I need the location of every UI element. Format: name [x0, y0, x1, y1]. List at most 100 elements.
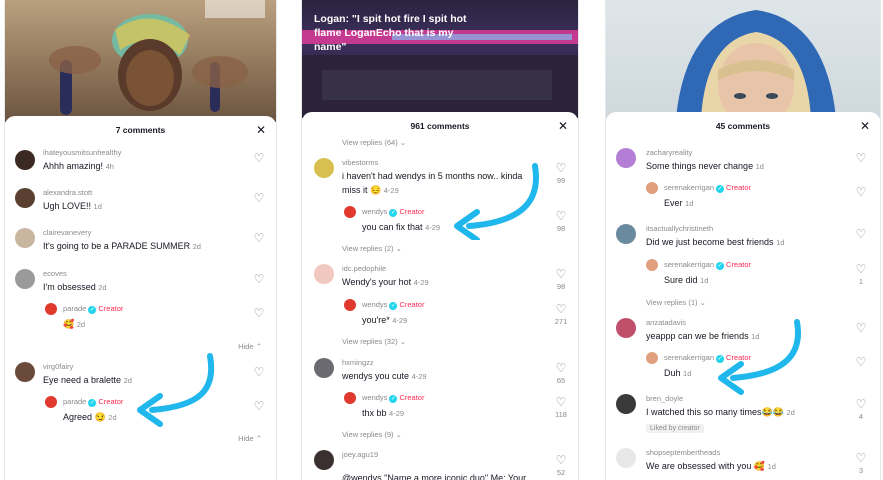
comment-text: Ahhh amazing! 4h [43, 161, 114, 171]
heart-outline-icon[interactable]: ♡ [252, 152, 266, 164]
comment-text: I watched this so many times😂😂 2d [646, 407, 795, 417]
video-panel-2: Logan: "I spit hot fire I spit hot flame… [301, 0, 579, 480]
heart-outline-icon[interactable]: ♡ [854, 398, 868, 410]
heart-outline-icon[interactable]: ♡ [252, 307, 266, 319]
avatar[interactable] [45, 303, 57, 315]
comment-text: Did we just become best friends 1d [646, 237, 785, 247]
chevron-down-icon: ⌄ [699, 298, 706, 307]
comment-username[interactable]: zacharyreality [646, 148, 692, 157]
avatar[interactable] [344, 299, 356, 311]
avatar[interactable] [314, 358, 334, 378]
close-icon[interactable]: ✕ [558, 112, 568, 140]
avatar[interactable] [314, 264, 334, 284]
like-count: 99 [556, 176, 566, 185]
heart-outline-icon[interactable]: ♡ [554, 268, 568, 280]
comment-username[interactable]: shopseptembertheads [646, 448, 720, 457]
chevron-down-icon: ⌄ [395, 430, 402, 439]
like-count: 3 [858, 466, 864, 475]
comment-username[interactable]: virg0fairy [43, 362, 73, 371]
heart-outline-icon[interactable]: ♡ [252, 366, 266, 378]
video-frame[interactable] [5, 0, 276, 122]
reply-username: parade ✓ Creator [63, 397, 124, 407]
comment-count: 45 comments [715, 121, 771, 131]
view-replies-link[interactable]: View replies (9) ⌄ [342, 430, 402, 439]
comment-username[interactable]: idc.pedophile [342, 264, 386, 273]
heart-outline-icon[interactable]: ♡ [854, 356, 868, 368]
avatar[interactable] [15, 150, 35, 170]
heart-outline-icon[interactable]: ♡ [252, 192, 266, 204]
comment-username[interactable]: itsactuallychristineth [646, 224, 713, 233]
avatar[interactable] [344, 206, 356, 218]
comment-username[interactable]: clairevanevery [43, 228, 91, 237]
video-frame[interactable] [606, 0, 880, 118]
video-thumbnail-art [676, 10, 836, 118]
hide-replies-link[interactable]: Hide ⌃ [238, 342, 262, 351]
avatar[interactable] [616, 394, 636, 414]
view-replies-link[interactable]: View replies (1) ⌄ [646, 298, 706, 307]
like-count: 52 [556, 468, 566, 477]
comment-username[interactable]: joey.agu19 [342, 450, 378, 459]
avatar[interactable] [15, 188, 35, 208]
heart-outline-icon[interactable]: ♡ [554, 162, 568, 174]
heart-outline-icon[interactable]: ♡ [554, 396, 568, 408]
comment-username[interactable]: ihateyousmitsunhealthy [43, 148, 121, 157]
heart-outline-icon[interactable]: ♡ [854, 186, 868, 198]
comment-text: We are obsessed with you 🥰 1d [646, 461, 776, 471]
avatar[interactable] [45, 396, 57, 408]
heart-outline-icon[interactable]: ♡ [252, 273, 266, 285]
like-count: 1 [858, 277, 864, 286]
comments-header: 7 comments ✕ [5, 116, 276, 144]
heart-outline-icon[interactable]: ♡ [854, 263, 868, 275]
heart-outline-icon[interactable]: ♡ [554, 210, 568, 222]
reply-username: wendys ✓ Creator [362, 300, 425, 310]
comment-count: 7 comments [115, 125, 166, 135]
view-replies-link[interactable]: View replies (32) ⌄ [342, 337, 406, 346]
comment-text: miss it 😔 4-29 [342, 185, 399, 195]
close-icon[interactable]: ✕ [256, 116, 266, 144]
video-frame[interactable]: Logan: "I spit hot fire I spit hot flame… [302, 0, 578, 118]
heart-outline-icon[interactable]: ♡ [854, 152, 868, 164]
comment-username[interactable]: ecoves [43, 269, 67, 278]
avatar[interactable] [15, 269, 35, 289]
close-icon[interactable]: ✕ [860, 112, 870, 140]
hide-replies-link[interactable]: Hide ⌃ [238, 434, 262, 443]
chevron-down-icon: ⌄ [395, 244, 402, 253]
avatar[interactable] [646, 352, 658, 364]
avatar[interactable] [646, 259, 658, 271]
heart-outline-icon[interactable]: ♡ [854, 452, 868, 464]
heart-outline-icon[interactable]: ♡ [554, 454, 568, 466]
comments-sheet: 45 comments ✕ zacharyreality Some things… [606, 112, 880, 480]
comment-username[interactable]: vibestorms [342, 158, 378, 167]
video-caption: Logan: "I spit hot fire I spit hot flame… [314, 13, 467, 53]
avatar[interactable] [15, 362, 35, 382]
reply-text: you can fix that 4-29 [362, 222, 441, 232]
comment-username[interactable]: bren_doyle [646, 394, 683, 403]
comment-username[interactable]: anzatadavis [646, 318, 686, 327]
heart-outline-icon[interactable]: ♡ [554, 362, 568, 374]
heart-outline-icon[interactable]: ♡ [252, 400, 266, 412]
avatar[interactable] [15, 228, 35, 248]
avatar[interactable] [344, 392, 356, 404]
avatar[interactable] [314, 158, 334, 178]
heart-outline-icon[interactable]: ♡ [554, 303, 568, 315]
avatar[interactable] [314, 450, 334, 470]
comment-username[interactable]: hxmingzz [342, 358, 374, 367]
view-replies-link[interactable]: View replies (2) ⌄ [342, 244, 402, 253]
comments-header: 961 comments ✕ [302, 112, 578, 140]
comment-username[interactable]: alexandra.stott [43, 188, 92, 197]
like-count: 98 [556, 224, 566, 233]
heart-outline-icon[interactable]: ♡ [854, 322, 868, 334]
heart-outline-icon[interactable]: ♡ [854, 228, 868, 240]
avatar[interactable] [616, 318, 636, 338]
avatar[interactable] [646, 182, 658, 194]
view-replies-link[interactable]: View replies (64) ⌄ [342, 138, 406, 147]
chevron-up-icon: ⌃ [255, 342, 262, 351]
reply-text: 🥰 2d [63, 319, 86, 329]
avatar[interactable] [616, 224, 636, 244]
avatar[interactable] [616, 148, 636, 168]
avatar[interactable] [616, 448, 636, 468]
video-panel-1: 7 comments ✕ ihateyousmitsunhealthy Ahhh… [4, 0, 277, 480]
comment-text: It's going to be a PARADE SUMMER 2d [43, 241, 201, 251]
heart-outline-icon[interactable]: ♡ [252, 232, 266, 244]
comment-text: wendys you cute 4-29 [342, 371, 427, 381]
